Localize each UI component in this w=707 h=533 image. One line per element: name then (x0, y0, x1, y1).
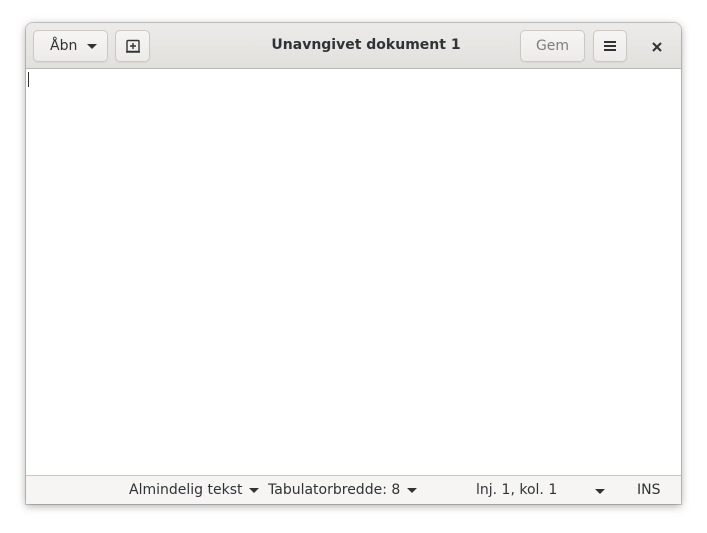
chevron-down-icon (249, 487, 260, 493)
statusbar: Almindelig tekst Tabulatorbredde: 8 lnj.… (26, 475, 681, 504)
text-editor-area[interactable] (26, 69, 681, 475)
new-document-icon (125, 39, 140, 53)
open-button-label: Åbn (50, 38, 78, 54)
close-button[interactable] (646, 36, 668, 58)
open-button[interactable]: Åbn (33, 30, 108, 62)
headerbar: Åbn Unavngivet dokument 1 Gem (26, 23, 681, 69)
editor-window: Åbn Unavngivet dokument 1 Gem Almindelig… (26, 23, 681, 504)
cursor-position-selector[interactable]: lnj. 1, kol. 1 (476, 482, 557, 498)
insert-mode-indicator: INS (637, 482, 661, 498)
window-title: Unavngivet dokument 1 (271, 37, 461, 53)
close-icon (652, 42, 662, 52)
menu-button[interactable] (593, 30, 627, 62)
chevron-down-icon[interactable] (595, 489, 605, 494)
save-button[interactable]: Gem (520, 30, 585, 62)
cursor-position-label: lnj. 1, kol. 1 (476, 482, 558, 498)
tab-width-selector[interactable]: Tabulatorbredde: 8 (268, 482, 418, 498)
chevron-down-icon (87, 44, 97, 49)
text-cursor (28, 72, 29, 87)
insert-mode-label: INS (637, 482, 661, 498)
tab-width-label: Tabulatorbredde: 8 (268, 482, 401, 498)
hamburger-menu-icon (604, 41, 616, 51)
chevron-down-icon (407, 487, 418, 493)
language-selector[interactable]: Almindelig tekst (129, 482, 260, 498)
new-tab-button[interactable] (115, 30, 150, 62)
language-label: Almindelig tekst (129, 482, 243, 498)
